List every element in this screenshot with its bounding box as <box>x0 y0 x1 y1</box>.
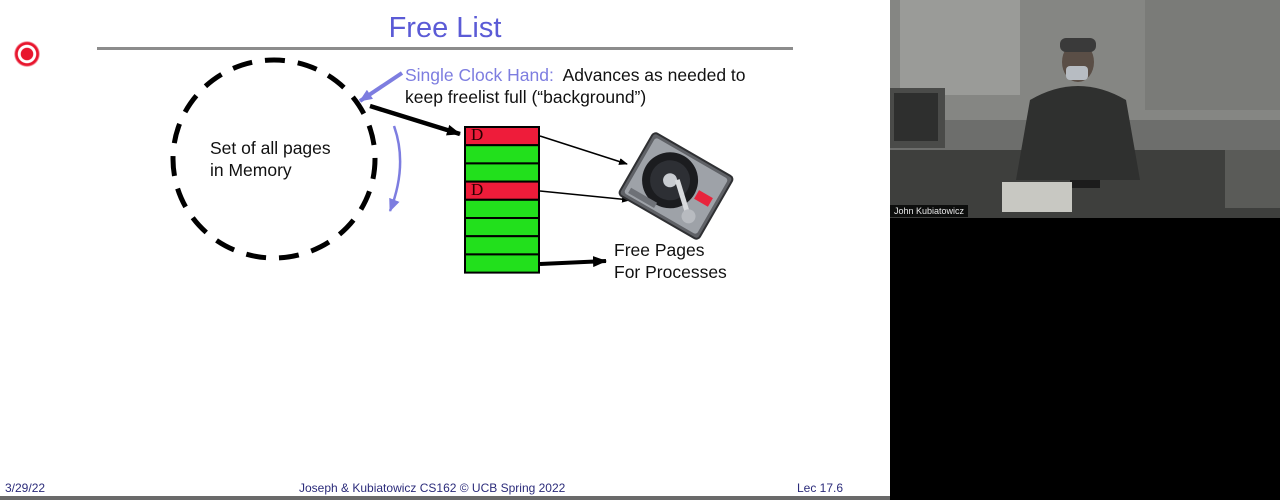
speaker-video[interactable] <box>890 0 1280 500</box>
free-page-frame <box>464 198 540 220</box>
clock-hand-label: Single Clock Hand: <box>405 65 554 85</box>
clock-hand-desc-line2: keep freelist full (“background”) <box>405 87 647 107</box>
hard-disk-icon <box>618 132 734 240</box>
clock-hand-arrow <box>369 103 461 137</box>
free-page-frame <box>464 162 540 183</box>
footer-lecture: Lec 17.6 <box>797 481 844 495</box>
footer-course: Joseph & Kubiatowicz CS162 © UCB Spring … <box>299 481 566 495</box>
free-page-frame <box>464 144 540 165</box>
circle-label-line1: Set of all pages <box>210 138 331 158</box>
frame-stack <box>464 126 540 274</box>
clock-rotation-arrow <box>388 125 402 212</box>
free-pages-line1: Free Pages <box>614 240 705 260</box>
free-page-frame <box>464 217 540 238</box>
dirty-marker-1: D <box>471 125 484 144</box>
slide-bottom-bar <box>0 496 890 500</box>
free-pages-arrow <box>539 256 607 268</box>
free-pages-line2: For Processes <box>614 262 727 282</box>
slide: Free List Set of all pages in Memory Sin… <box>0 0 890 500</box>
speaker-video-frame <box>890 0 1280 218</box>
footer-date: 3/29/22 <box>5 481 46 495</box>
circle-label-line2: in Memory <box>210 160 292 180</box>
writeback-arrow-1 <box>539 135 628 165</box>
free-page-frame <box>464 235 540 256</box>
speaker-name-tag: John Kubiatowicz <box>890 205 969 217</box>
free-page-frame <box>464 253 540 274</box>
clock-hand-desc-line1: Advances as needed to <box>562 65 746 85</box>
clock-hand-pointer-arrow <box>358 71 404 103</box>
clock-hand-description: Single Clock Hand: Advances as needed to <box>405 64 746 86</box>
writeback-arrow-2 <box>539 190 631 203</box>
dirty-marker-2: D <box>471 180 484 199</box>
